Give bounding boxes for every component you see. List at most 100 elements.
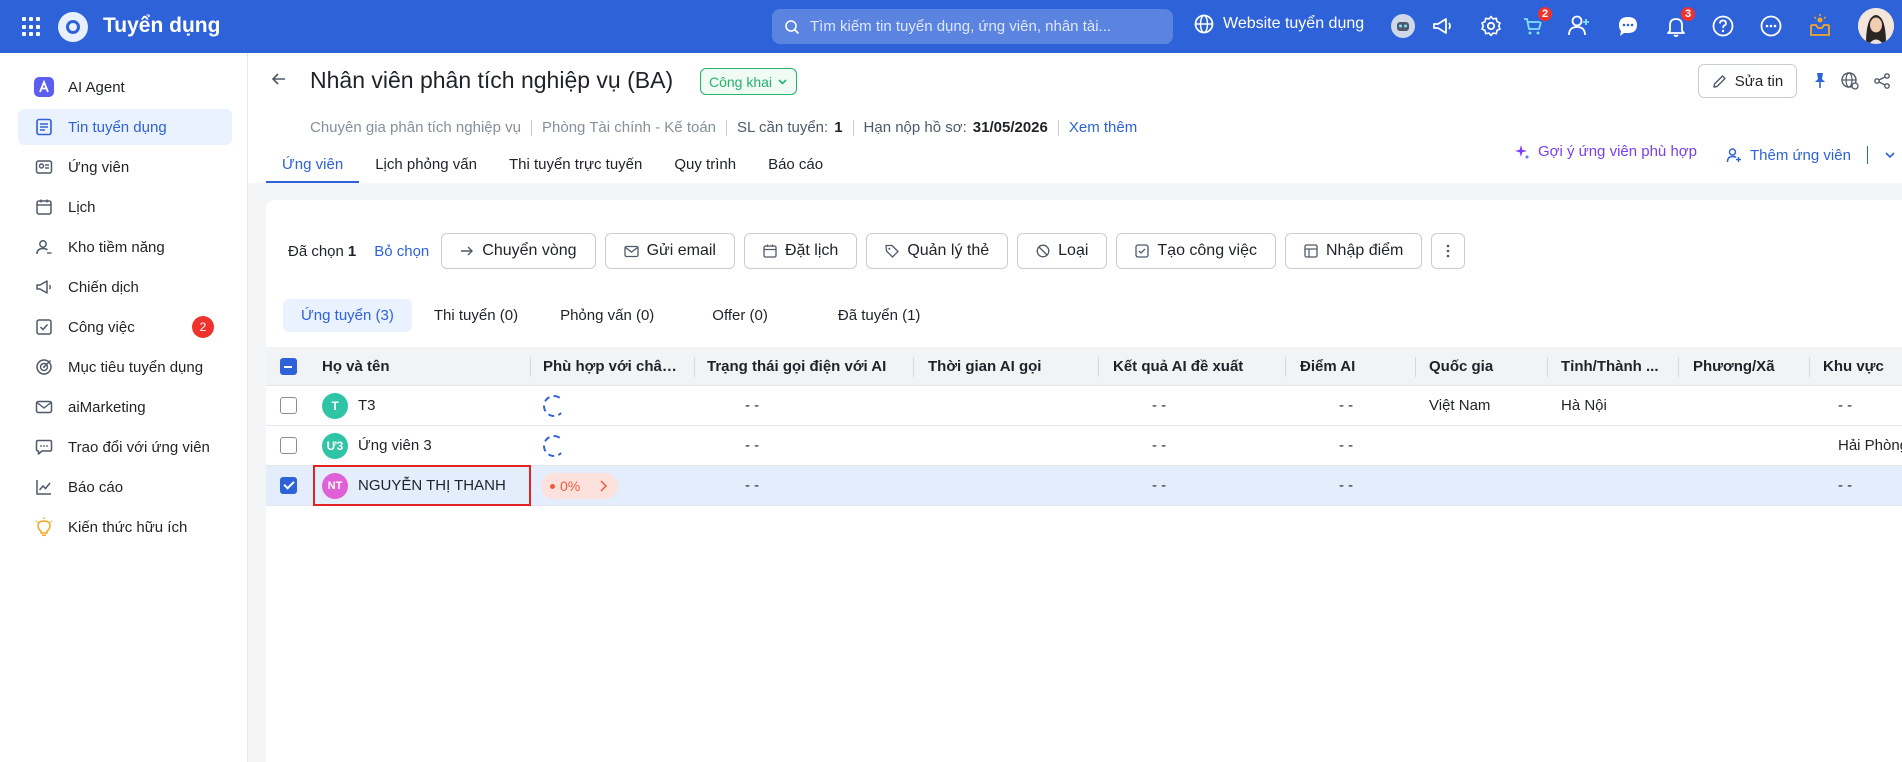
column-header-call-status[interactable]: Trạng thái gọi điện với AI [707,358,917,375]
column-header-region[interactable]: Khu vực [1823,358,1902,375]
calendar-icon [763,244,777,258]
table-row[interactable]: Ư3 Ứng viên 3 - - - - - - Hải Phòng [266,426,1902,466]
table-row[interactable]: T T3 - - - - - - Việt Nam Hà Nội - - [266,386,1902,426]
manage-tags-button[interactable]: Quản lý thẻ [866,233,1009,269]
divider [1866,146,1868,164]
stage-tab-hired[interactable]: Đã tuyển (1) [820,299,939,332]
column-divider[interactable] [913,357,914,377]
chat-icon[interactable] [1615,13,1641,39]
region: - - [1838,477,1853,494]
sidebar-item-knowledge[interactable]: Kiến thức hữu ích [18,509,232,545]
candidate-name[interactable]: Ứng viên 3 [358,437,432,454]
move-stage-button[interactable]: Chuyển vòng [441,233,596,269]
stage-tab-applied[interactable]: Ứng tuyển (3) [283,299,412,332]
add-user-icon[interactable] [1566,13,1592,39]
column-divider[interactable] [1098,357,1099,377]
tab-online-test[interactable]: Thi tuyển trực tuyến [493,146,658,183]
sidebar-item-tasks[interactable]: Công việc 2 [18,309,232,345]
website-link[interactable]: Website tuyển dụng [1193,13,1364,35]
share-icon[interactable] [1872,71,1892,91]
apps-grid-icon[interactable] [22,17,42,37]
create-task-button[interactable]: Tạo công việc [1116,233,1276,269]
column-header-ai-result[interactable]: Kết quả AI đề xuất [1113,358,1283,375]
column-divider[interactable] [694,357,695,377]
column-header-ward[interactable]: Phương/Xã [1693,358,1793,375]
column-header-call-time[interactable]: Thời gian AI gọi [928,358,1088,375]
column-header-country[interactable]: Quốc gia [1429,358,1539,375]
megaphone-icon [34,277,54,297]
sidebar-item-job-posts[interactable]: Tin tuyển dụng [18,109,232,145]
sidebar-item-candidate-chat[interactable]: Trao đổi với ứng viên [18,429,232,465]
bulb-icon [34,517,54,537]
add-candidate-button[interactable]: Thêm ứng viên [1726,146,1896,164]
sidebar-item-hiring-goals[interactable]: Mục tiêu tuyển dụng [18,349,232,385]
edit-job-button[interactable]: Sửa tin [1698,64,1797,98]
candidate-name[interactable]: T3 [358,397,376,414]
global-search[interactable] [772,9,1173,44]
send-email-button[interactable]: Gửi email [604,233,735,269]
robot-avatar-icon[interactable] [1390,13,1416,39]
row-checkbox[interactable] [280,477,297,494]
help-icon[interactable] [1710,13,1736,39]
suggest-candidates-button[interactable]: Gợi ý ứng viên phù hợp [1514,143,1697,160]
ban-icon [1036,244,1050,258]
stage-tab-offer[interactable]: Offer (0) [694,299,786,332]
column-header-name[interactable]: Họ và tên [322,358,472,375]
stage-tab-test[interactable]: Thi tuyển (0) [416,299,536,332]
sidebar-item-calendar[interactable]: Lịch [18,189,232,225]
enter-score-button[interactable]: Nhập điểm [1285,233,1423,269]
select-all-checkbox[interactable] [280,358,297,375]
globe-settings-icon[interactable] [1840,71,1860,91]
selected-count-text: Đã chọn 1 [288,242,357,260]
reject-button[interactable]: Loại [1017,233,1108,269]
tab-process[interactable]: Quy trình [658,146,752,183]
sidebar: AI Agent Tin tuyển dụng Ứng viên Lịch Kh… [0,53,248,762]
job-status-dropdown[interactable]: Công khai [700,68,798,95]
unselect-link[interactable]: Bỏ chọn [374,243,429,260]
sidebar-item-ai-agent[interactable]: AI Agent [18,69,232,105]
ai-result: - - [1152,437,1167,454]
search-input[interactable] [810,18,1150,35]
megaphone-icon[interactable] [1430,13,1456,39]
chevron-down-icon[interactable] [1884,149,1896,161]
notification-bell-icon[interactable]: 3 [1663,5,1697,39]
column-divider[interactable] [1415,357,1416,377]
sidebar-item-reports[interactable]: Báo cáo [18,469,232,505]
edit-job-label: Sửa tin [1734,72,1784,90]
row-checkbox[interactable] [280,397,297,414]
sidebar-item-candidates[interactable]: Ứng viên [18,149,232,185]
schedule-button[interactable]: Đặt lịch [743,233,858,269]
inbox-sun-icon[interactable] [1807,13,1833,39]
more-actions-button[interactable] [1431,233,1466,269]
grid-icon [1304,244,1318,258]
tab-reports[interactable]: Báo cáo [752,146,839,183]
pin-icon[interactable] [1810,71,1830,91]
column-header-match[interactable]: Phù hợp với chân ... [543,358,685,375]
column-divider[interactable] [1285,357,1286,377]
user-avatar[interactable] [1858,8,1894,44]
sidebar-item-talent-pool[interactable]: Kho tiềm năng [18,229,232,265]
match-score-pill[interactable]: 0% [541,473,618,499]
column-divider[interactable] [1809,357,1810,377]
tab-candidates[interactable]: Ứng viên [266,146,360,183]
cart-icon[interactable]: 2 [1520,5,1554,39]
column-header-province[interactable]: Tỉnh/Thành ... [1561,358,1666,375]
loading-spinner-icon [543,435,565,457]
tab-interview-schedule[interactable]: Lịch phỏng vấn [359,146,493,183]
see-more-link[interactable]: Xem thêm [1069,119,1137,136]
column-divider[interactable] [1547,357,1548,377]
sidebar-item-aimarketing[interactable]: aiMarketing [18,389,232,425]
ai-result: - - [1152,477,1167,494]
stage-tab-interview[interactable]: Phỏng vấn (0) [542,299,672,332]
back-arrow-icon[interactable] [270,70,288,94]
more-apps-icon[interactable] [1758,13,1784,39]
target-icon [34,357,54,377]
row-checkbox[interactable] [280,437,297,454]
brand-name: Tuyển dụng [103,14,221,37]
column-divider[interactable] [530,357,531,377]
sidebar-item-campaigns[interactable]: Chiến dịch [18,269,232,305]
column-header-ai-score[interactable]: Điểm AI [1300,358,1410,375]
column-divider[interactable] [1678,357,1679,377]
settings-gear-icon[interactable] [1478,13,1504,39]
job-position: Chuyên gia phân tích nghiệp vụ [310,119,521,136]
